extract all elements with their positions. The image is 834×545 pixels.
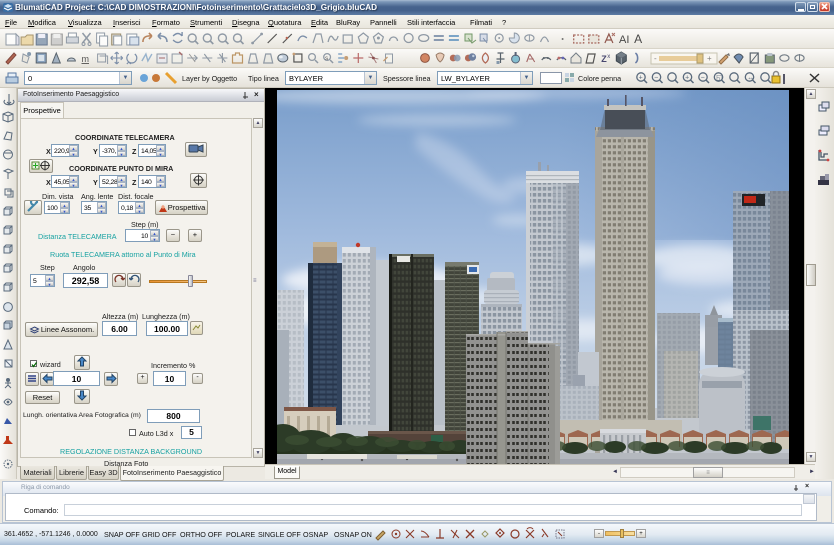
svg-text:↔: ↔ bbox=[747, 75, 754, 82]
svg-text:+: + bbox=[639, 75, 643, 82]
svg-text:-: - bbox=[654, 54, 657, 63]
svg-text:−: − bbox=[701, 75, 705, 82]
svg-text:s: s bbox=[325, 56, 328, 62]
svg-text:+: + bbox=[685, 75, 689, 82]
svg-text:+: + bbox=[707, 54, 712, 63]
svg-text:x: x bbox=[607, 54, 610, 60]
svg-text:◱: ◱ bbox=[716, 75, 723, 82]
svg-text:−: − bbox=[654, 75, 658, 82]
svg-text:A: A bbox=[634, 32, 642, 46]
svg-text:AI: AI bbox=[619, 34, 629, 46]
svg-text:m: m bbox=[82, 54, 90, 64]
